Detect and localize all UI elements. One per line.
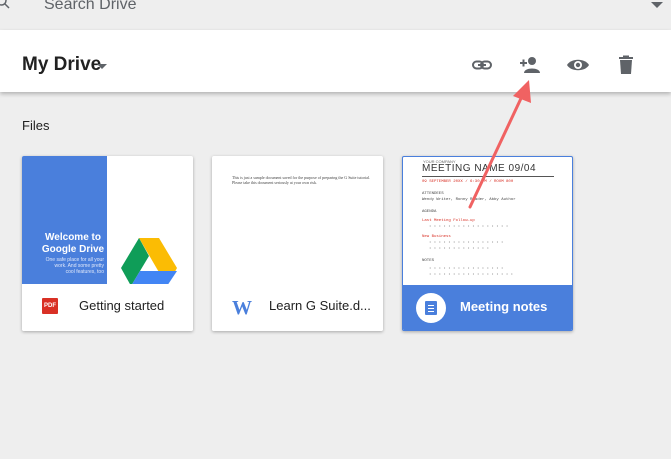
chevron-down-icon[interactable] [97, 64, 107, 69]
file-card-footer: W Learn G Suite.d... [212, 284, 383, 331]
preview-subtitle: One safe place for all your work. And so… [45, 257, 104, 275]
search-options-chevron-icon[interactable] [651, 2, 663, 8]
preview-agenda-item: New Business [422, 235, 451, 239]
page-title[interactable]: My Drive [22, 54, 101, 76]
section-heading-files: Files [22, 118, 50, 133]
google-drive-logo-icon [121, 238, 177, 286]
file-card-footer: PDF Getting started [22, 284, 193, 331]
preview-line: • • • • • • • • • • • • • • • • • • [429, 273, 514, 277]
preview-line: • • • • • • • • • • • • • [429, 247, 490, 251]
link-icon[interactable] [470, 53, 494, 77]
file-card-footer: Meeting notes [403, 285, 572, 330]
trash-icon[interactable] [614, 53, 638, 77]
file-name: Meeting notes [460, 299, 548, 314]
pdf-icon: PDF [42, 298, 58, 314]
search-icon[interactable] [0, 0, 12, 11]
file-name: Getting started [79, 298, 165, 313]
add-person-icon[interactable] [518, 53, 542, 77]
file-card-learn-gsuite[interactable]: This is just a sample document saved for… [212, 156, 383, 331]
preview-line: • • • • • • • • • • • • • • • • [429, 267, 504, 271]
welcome-preview: Welcome to Google Drive One safe place f… [22, 156, 107, 284]
toolbar: My Drive [0, 30, 671, 92]
preview-line: • • • • • • • • • • • • • • • • • [429, 225, 509, 229]
preview-section-notes: NOTES [422, 259, 435, 263]
preview-title: MEETING NAME 09/04 [422, 163, 537, 174]
preview-section-agenda: AGENDA [422, 210, 437, 214]
preview-title: Welcome to Google Drive [41, 232, 105, 255]
search-placeholder[interactable]: Search Drive [44, 0, 136, 14]
file-card-getting-started[interactable]: Welcome to Google Drive One safe place f… [22, 156, 193, 331]
google-doc-icon [416, 293, 446, 323]
word-doc-icon: W [232, 297, 252, 319]
preview-agenda-item: Last Meeting Follow-up [422, 219, 475, 223]
preview-line: • • • • • • • • • • • • • • • • [429, 241, 504, 245]
document-preview-text: This is just a sample document saved for… [232, 175, 370, 185]
preview-date: 09 SEPTEMBER 20XX / 6:30 PM / ROOM 800 [422, 180, 514, 184]
preview-attendees: Wendy Writer, Ronny Reader, Abby Author [422, 198, 516, 202]
search-bar: Search Drive [0, 0, 671, 30]
preview-eye-icon[interactable] [566, 53, 590, 77]
file-card-meeting-notes[interactable]: YOUR COMPANY MEETING NAME 09/04 09 SEPTE… [402, 156, 573, 331]
file-name: Learn G Suite.d... [269, 298, 371, 313]
divider [422, 176, 554, 177]
preview-section-attendees: ATTENDEES [422, 192, 444, 196]
